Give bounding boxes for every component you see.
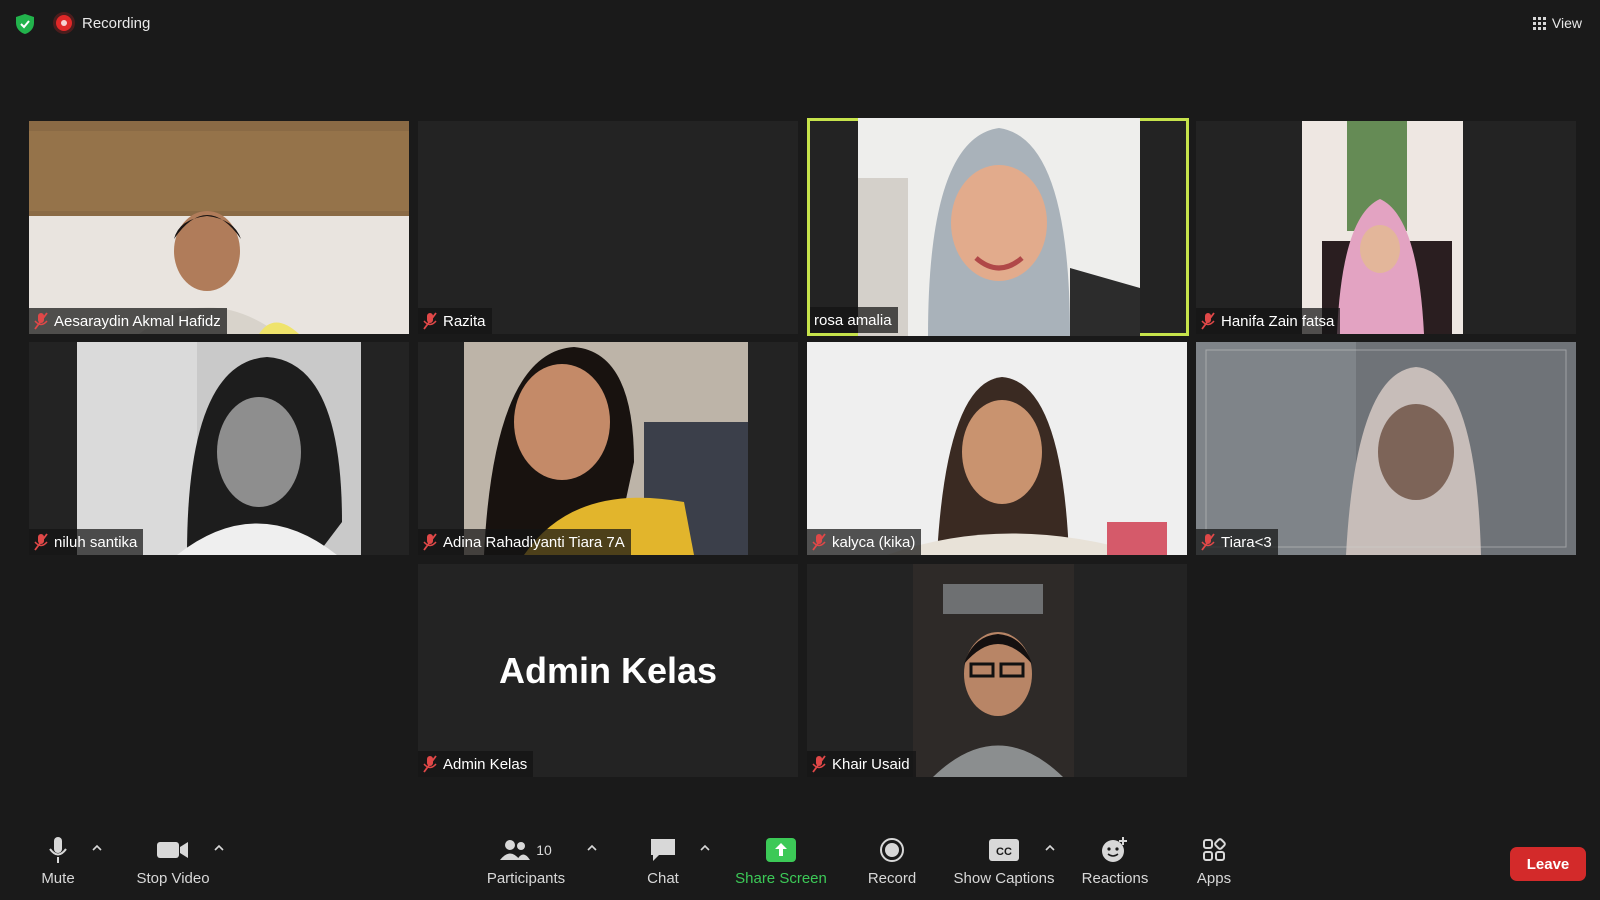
grid-view-icon (1532, 16, 1546, 30)
muted-mic-icon (423, 312, 437, 330)
chat-options-caret-icon[interactable] (699, 843, 711, 853)
mute-button[interactable]: Mute (36, 835, 80, 895)
participant-name: rosa amalia (814, 311, 892, 329)
participant-video (858, 118, 1140, 336)
audio-options-caret-icon[interactable] (91, 843, 103, 853)
participant-name: niluh santika (54, 533, 138, 551)
apps-icon (1202, 835, 1226, 865)
participants-icon-group: 10 (500, 835, 552, 865)
apps-button[interactable]: Apps (1193, 835, 1235, 895)
chat-bubble-icon (649, 835, 677, 865)
muted-mic-icon (34, 312, 48, 330)
participants-icon (500, 840, 531, 860)
muted-mic-icon (423, 755, 437, 773)
closed-captions-icon: CC (989, 835, 1019, 865)
participant-tile[interactable]: Khair Usaid (807, 564, 1187, 777)
participant-name: kalyca (kika) (832, 533, 916, 551)
chat-label: Chat (647, 870, 679, 887)
participant-tile-active-speaker[interactable]: rosa amalia (807, 118, 1189, 336)
stop-video-button[interactable]: Stop Video (131, 835, 215, 895)
smiley-add-icon (1101, 835, 1129, 865)
recording-label[interactable]: Recording (82, 15, 150, 32)
reactions-label: Reactions (1081, 870, 1149, 887)
muted-mic-icon (1201, 312, 1215, 330)
participant-name: Aesaraydin Akmal Hafidz (54, 312, 221, 330)
chat-button[interactable]: Chat (644, 835, 682, 895)
participant-name-tag: Aesaraydin Akmal Hafidz (29, 308, 227, 334)
participants-options-caret-icon[interactable] (586, 843, 598, 853)
captions-options-caret-icon[interactable] (1044, 843, 1056, 853)
participant-name-tag: Tiara<3 (1196, 529, 1278, 555)
video-options-caret-icon[interactable] (213, 843, 225, 853)
view-label: View (1551, 15, 1582, 31)
show-captions-button[interactable]: CC Show Captions (952, 835, 1056, 895)
participant-name-tag: Khair Usaid (807, 751, 916, 777)
participant-name-tag: rosa amalia (810, 307, 898, 333)
record-label: Record (867, 870, 917, 887)
participant-name: Hanifa Zain fatsa (1221, 312, 1335, 330)
participant-tile[interactable]: Admin Kelas Admin Kelas (418, 564, 798, 777)
microphone-icon (48, 835, 68, 865)
meeting-top-bar: Recording View (0, 0, 1600, 50)
meeting-toolbar: Mute Stop Video 10 Participants Chat Sha… (0, 825, 1600, 900)
participant-tile[interactable]: Tiara<3 (1196, 342, 1576, 555)
participant-name: Razita (443, 312, 486, 330)
muted-mic-icon (423, 533, 437, 551)
muted-mic-icon (1201, 533, 1215, 551)
participants-count: 10 (536, 842, 552, 858)
participant-video (29, 121, 409, 334)
participant-tile[interactable]: niluh santika (29, 342, 409, 555)
view-button[interactable]: View (1532, 12, 1582, 34)
participant-tile[interactable]: kalyca (kika) (807, 342, 1187, 555)
participant-name: Adina Rahadiyanti Tiara 7A (443, 533, 625, 551)
participant-name: Tiara<3 (1221, 533, 1272, 551)
participant-name: Admin Kelas (443, 755, 528, 773)
participant-name-tag: Admin Kelas (418, 751, 534, 777)
leave-button[interactable]: Leave (1510, 847, 1586, 881)
muted-mic-icon (812, 755, 826, 773)
participant-tile[interactable]: Hanifa Zain fatsa (1196, 121, 1576, 334)
participant-video (77, 342, 361, 555)
muted-mic-icon (34, 533, 48, 551)
participant-video (1196, 342, 1576, 555)
recording-icon[interactable] (56, 15, 72, 31)
record-icon (879, 835, 905, 865)
participant-video (464, 342, 748, 555)
participant-name-tag: Hanifa Zain fatsa (1196, 308, 1341, 334)
record-button[interactable]: Record (866, 835, 918, 895)
reactions-button[interactable]: Reactions (1080, 835, 1150, 895)
video-camera-icon (157, 835, 189, 865)
share-screen-icon (766, 835, 796, 865)
participant-tile[interactable]: Adina Rahadiyanti Tiara 7A (418, 342, 798, 555)
apps-label: Apps (1196, 870, 1232, 887)
participant-name-tag: kalyca (kika) (807, 529, 922, 555)
participant-video (807, 342, 1187, 555)
participant-name-tag: niluh santika (29, 529, 144, 555)
svg-text:CC: CC (996, 846, 1012, 858)
participant-video (1302, 121, 1463, 334)
show-captions-label: Show Captions (953, 870, 1055, 887)
stop-video-label: Stop Video (136, 870, 210, 887)
mute-label: Mute (41, 870, 75, 887)
participant-name-tag: Razita (418, 308, 492, 334)
participants-button[interactable]: 10 Participants (483, 835, 569, 895)
participant-name-tag: Adina Rahadiyanti Tiara 7A (418, 529, 631, 555)
muted-mic-icon (812, 533, 826, 551)
participant-video (913, 564, 1074, 777)
participant-tile[interactable]: Aesaraydin Akmal Hafidz (29, 121, 409, 334)
participant-placeholder-name: Admin Kelas (498, 650, 718, 691)
participants-label: Participants (486, 870, 566, 887)
participant-tile[interactable]: Razita (418, 121, 798, 334)
share-screen-label: Share Screen (735, 870, 827, 887)
share-screen-button[interactable]: Share Screen (735, 835, 827, 895)
security-shield-icon[interactable] (16, 14, 34, 34)
participant-name: Khair Usaid (832, 755, 910, 773)
